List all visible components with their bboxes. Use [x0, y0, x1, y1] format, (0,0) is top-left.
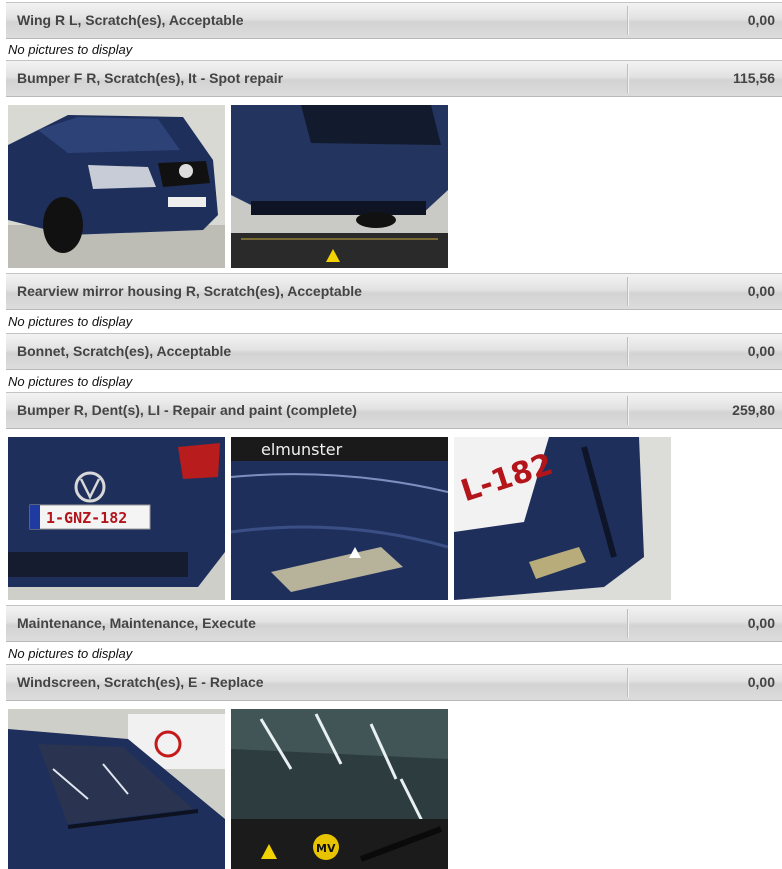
- rear-bumper-closeup-photo[interactable]: elmunster: [231, 437, 448, 600]
- damage-description: Wing R L, Scratch(es), Acceptable: [17, 12, 244, 28]
- damage-amount: 0,00: [747, 615, 775, 631]
- license-plate-text: 1-GNZ-182: [46, 509, 127, 527]
- column-divider: [627, 277, 629, 306]
- no-pictures-label: No pictures to display: [8, 646, 133, 661]
- column-divider: [627, 396, 629, 425]
- column-divider: [627, 609, 629, 638]
- damage-description: Bumper R, Dent(s), LI - Repair and paint…: [17, 402, 357, 418]
- no-pictures-label: No pictures to display: [8, 42, 133, 57]
- damage-row-bumper-r[interactable]: Bumper R, Dent(s), LI - Repair and paint…: [6, 392, 782, 429]
- damage-row-rearview-mirror[interactable]: Rearview mirror housing R, Scratch(es), …: [6, 273, 782, 310]
- damage-amount: 0,00: [747, 343, 775, 359]
- car-rear-photo[interactable]: 1-GNZ-182: [8, 437, 225, 600]
- damage-description: Bumper F R, Scratch(es), It - Spot repai…: [17, 70, 284, 86]
- damage-description: Maintenance, Maintenance, Execute: [17, 615, 256, 631]
- sticker-text: MV: [316, 842, 336, 855]
- damage-description: Rearview mirror housing R, Scratch(es), …: [17, 283, 362, 299]
- damage-amount: 259,80: [732, 402, 775, 418]
- damage-amount: 0,00: [747, 674, 775, 690]
- damage-row-bonnet[interactable]: Bonnet, Scratch(es), Acceptable 0,00: [6, 333, 782, 370]
- column-divider: [627, 6, 629, 35]
- damage-row-windscreen[interactable]: Windscreen, Scratch(es), E - Replace 0,0…: [6, 664, 782, 701]
- damage-amount: 0,00: [747, 12, 775, 28]
- no-pictures-label: No pictures to display: [8, 314, 133, 329]
- column-divider: [627, 337, 629, 366]
- damage-amount: 0,00: [747, 283, 775, 299]
- damage-description: Bonnet, Scratch(es), Acceptable: [17, 343, 232, 359]
- damage-amount: 115,56: [732, 70, 775, 86]
- bumper-underside-photo[interactable]: [231, 105, 448, 268]
- windscreen-closeup-photo[interactable]: MV: [231, 709, 448, 869]
- no-pictures-label: No pictures to display: [8, 374, 133, 389]
- windscreen-photo[interactable]: [8, 709, 225, 869]
- column-divider: [627, 668, 629, 697]
- damage-row-bumper-f-r[interactable]: Bumper F R, Scratch(es), It - Spot repai…: [6, 60, 782, 97]
- damage-row-wing-r-l[interactable]: Wing R L, Scratch(es), Acceptable 0,00: [6, 2, 782, 39]
- dealer-text: elmunster: [261, 440, 343, 459]
- damage-row-maintenance[interactable]: Maintenance, Maintenance, Execute 0,00: [6, 605, 782, 642]
- column-divider: [627, 64, 629, 93]
- car-front-photo[interactable]: [8, 105, 225, 268]
- damage-description: Windscreen, Scratch(es), E - Replace: [17, 674, 264, 690]
- rear-bumper-side-photo[interactable]: L-182: [454, 437, 671, 600]
